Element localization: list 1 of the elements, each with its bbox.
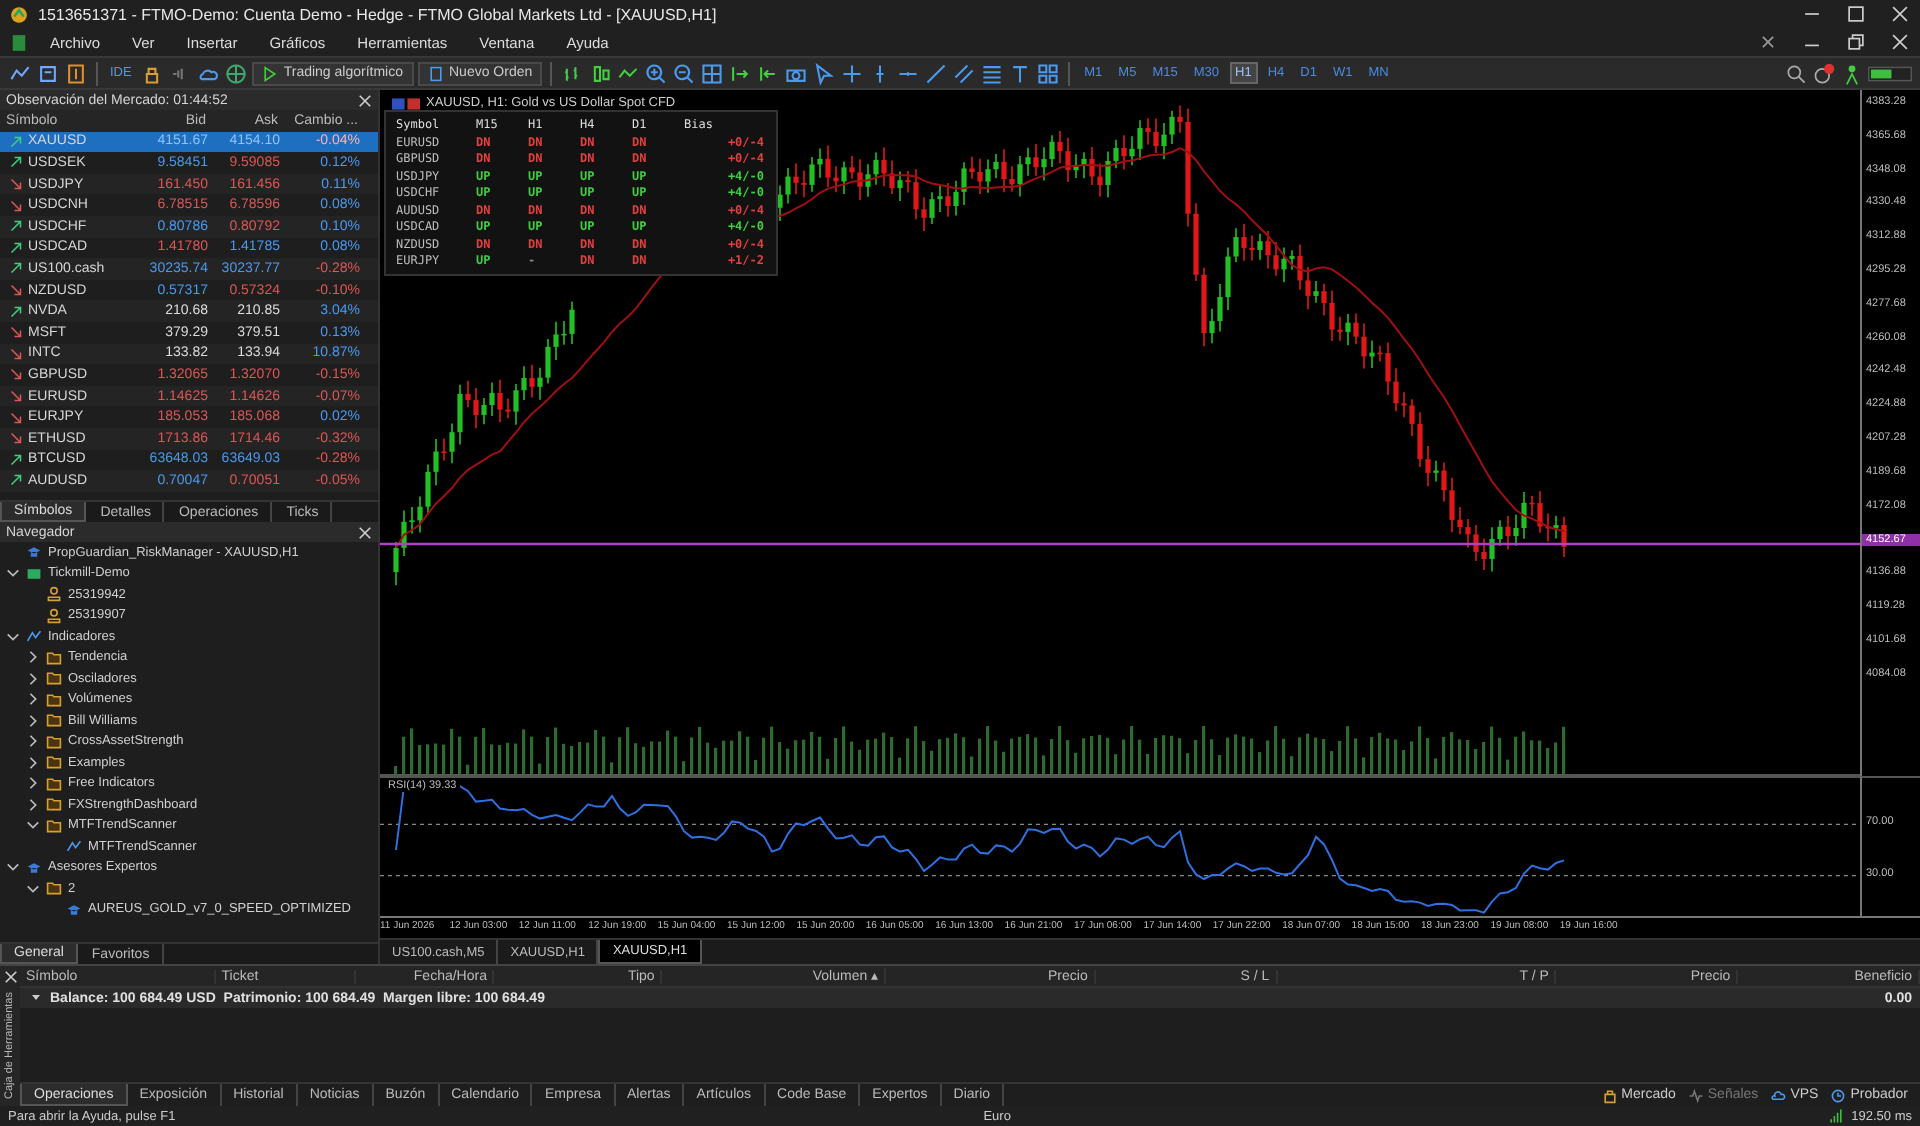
window-title: 1513651371 - FTMO-Demo: Cuenta Demo - Hedge - FTMO Global Markets Ltd - [XAUUSD,H1] bbox=[38, 5, 717, 23]
